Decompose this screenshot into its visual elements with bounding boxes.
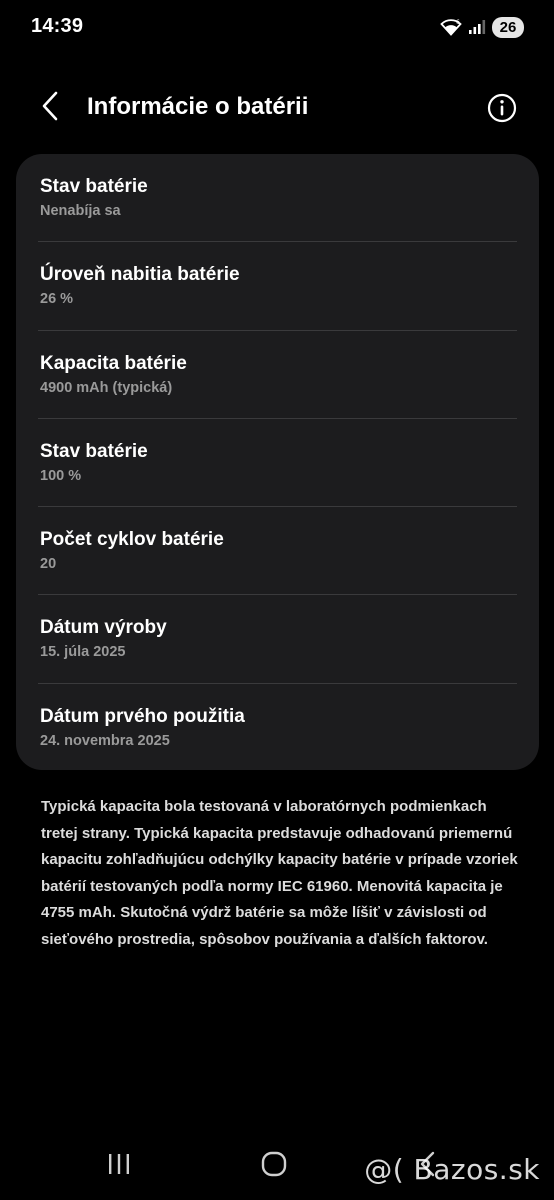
- row-value: 20: [40, 556, 57, 573]
- status-bar: 14:39 6 26: [0, 0, 554, 54]
- row-title: Dátum prvého použitia: [40, 705, 245, 727]
- header: Informácie o batérii: [0, 80, 554, 136]
- row-value: 26 %: [40, 291, 74, 308]
- battery-health-row[interactable]: Stav batérie 100 %: [16, 419, 539, 508]
- first-use-date-row[interactable]: Dátum prvého použitia 24. novembra 2025: [16, 684, 539, 770]
- battery-level-badge: 26: [492, 16, 524, 38]
- wifi-icon: 6: [440, 18, 462, 36]
- battery-status-row[interactable]: Stav batérie Nenabíja sa: [16, 154, 539, 243]
- row-title: Dátum výroby: [40, 617, 167, 639]
- svg-text:6: 6: [456, 19, 460, 26]
- battery-charge-level-row[interactable]: Úroveň nabitia batérie 26 %: [16, 242, 539, 331]
- row-title: Počet cyklov batérie: [40, 529, 224, 551]
- home-icon: [260, 1151, 288, 1182]
- info-icon: [486, 93, 518, 128]
- row-title: Stav batérie: [40, 440, 148, 462]
- row-value: 4900 mAh (typická): [40, 379, 173, 396]
- signal-icon: [468, 19, 486, 35]
- battery-cycle-count-row[interactable]: Počet cyklov batérie 20: [16, 507, 539, 596]
- row-title: Úroveň nabitia batérie: [40, 264, 240, 286]
- back-button[interactable]: [32, 90, 68, 126]
- recents-icon: [106, 1152, 132, 1181]
- battery-info-card: Stav batérie Nenabíja sa Úroveň nabitia …: [16, 154, 539, 770]
- home-button[interactable]: [254, 1150, 294, 1182]
- row-title: Stav batérie: [40, 176, 148, 197]
- chevron-left-icon: [39, 91, 61, 126]
- row-title: Kapacita batérie: [40, 352, 187, 374]
- recents-button[interactable]: [99, 1150, 139, 1182]
- status-time: 14:39: [31, 15, 84, 37]
- status-icons: 6 26: [440, 15, 524, 39]
- row-value: 15. júla 2025: [40, 644, 126, 661]
- manufacture-date-row[interactable]: Dátum výroby 15. júla 2025: [16, 595, 539, 684]
- row-value: 100 %: [40, 467, 82, 484]
- row-value: 24. novembra 2025: [40, 732, 170, 749]
- row-value: Nenabíja sa: [40, 203, 121, 219]
- capacity-note: Typická kapacita bola testovaná v labora…: [41, 798, 518, 948]
- info-button[interactable]: [486, 92, 518, 124]
- battery-capacity-row[interactable]: Kapacita batérie 4900 mAh (typická): [16, 331, 539, 419]
- page-title: Informácie o batérii: [87, 93, 309, 120]
- watermark: @( Bazos.sk: [364, 1153, 540, 1186]
- navigation-bar: @( Bazos.sk: [0, 1132, 554, 1200]
